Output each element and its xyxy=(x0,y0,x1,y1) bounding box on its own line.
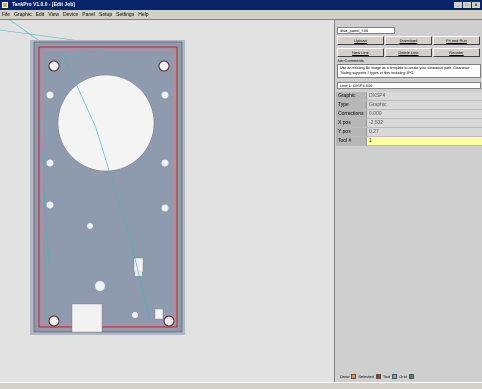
tiny-rect-cutout[interactable] xyxy=(154,308,164,320)
job-comments-field[interactable]: Use an existing file image as a template… xyxy=(337,64,481,78)
legend-label-grid: Grid xyxy=(399,374,407,379)
new-line-button[interactable]: New Line xyxy=(337,48,384,57)
job-name-field[interactable]: disa_panel_f.06 xyxy=(337,27,395,34)
title-bar: TankPro V1.0.0 - [Edit Job] _ □ X xyxy=(0,0,482,10)
property-row[interactable]: Corrections 0.000 xyxy=(336,110,482,119)
properties-panel: disa_panel_f.06 Upload Download Fit and … xyxy=(336,20,482,382)
status-bar xyxy=(0,382,482,389)
menu-file[interactable]: File xyxy=(2,12,10,18)
close-button[interactable]: X xyxy=(472,2,480,8)
path-field[interactable]: Line 1: DISP4.006 xyxy=(337,82,481,89)
small-hole[interactable] xyxy=(46,91,54,99)
small-hole[interactable] xyxy=(161,159,169,167)
mount-hole-bottom-right[interactable] xyxy=(163,315,175,327)
grid-color-swatch[interactable] xyxy=(408,374,414,379)
property-row[interactable]: Graphic DXSP4 xyxy=(336,92,482,101)
property-row[interactable]: X pos -2.532 xyxy=(336,119,482,128)
large-rect-cutout[interactable] xyxy=(71,303,103,333)
selected-color-swatch[interactable] xyxy=(375,374,381,379)
upload-button[interactable]: Upload xyxy=(337,36,384,45)
property-name: X pos xyxy=(336,119,367,127)
menu-bar: File Graphic Edit View Device Panel Setu… xyxy=(0,10,482,20)
menu-device[interactable]: Device xyxy=(63,12,78,18)
property-value[interactable]: 1 xyxy=(367,137,482,145)
download-button[interactable]: Download xyxy=(385,36,432,45)
minimize-button[interactable]: _ xyxy=(454,2,462,8)
drawing-canvas[interactable] xyxy=(0,20,335,382)
menu-panel[interactable]: Panel xyxy=(82,12,95,18)
property-table: Graphic DXSP4 Type Graphic Corrections 0… xyxy=(336,92,482,146)
property-row[interactable]: Type Graphic xyxy=(336,101,482,110)
small-hole[interactable] xyxy=(161,204,169,212)
property-value[interactable]: DXSP4 xyxy=(367,92,482,100)
maximize-button[interactable]: □ xyxy=(463,2,471,8)
medium-hole[interactable] xyxy=(95,281,105,291)
legend-label-tool: Tool xyxy=(382,374,391,379)
property-name: Corrections xyxy=(336,110,367,118)
draw-color-swatch[interactable] xyxy=(351,374,357,379)
reorder-button[interactable]: Reorder xyxy=(433,48,480,57)
property-row[interactable]: Y pos 0.27 xyxy=(336,128,482,137)
property-value[interactable]: 0.000 xyxy=(367,110,482,118)
property-value[interactable]: Graphic xyxy=(367,101,482,109)
menu-edit[interactable]: Edit xyxy=(36,12,45,18)
menu-setup[interactable]: Setup xyxy=(99,12,112,18)
property-name: Type xyxy=(336,101,367,109)
menu-help[interactable]: Help xyxy=(138,12,148,18)
property-name: Graphic xyxy=(336,92,367,100)
small-hole[interactable] xyxy=(46,201,54,209)
small-hole[interactable] xyxy=(132,312,138,318)
menu-graphic[interactable]: Graphic xyxy=(14,12,32,18)
menu-view[interactable]: View xyxy=(48,12,59,18)
mount-hole-bottom-left[interactable] xyxy=(48,315,60,327)
property-value[interactable]: 0.27 xyxy=(367,128,482,136)
legend-label-draw: Draw xyxy=(340,374,350,379)
job-comments-label: Job Comments xyxy=(337,58,364,63)
app-icon xyxy=(2,2,8,8)
property-name: Tool # xyxy=(336,137,367,145)
small-hole[interactable] xyxy=(46,159,54,167)
color-legend: Draw Selected Tool Grid xyxy=(340,374,414,379)
property-name: Y pos xyxy=(336,128,367,136)
mount-hole-top-right[interactable] xyxy=(158,60,170,72)
mount-hole-top-left[interactable] xyxy=(48,60,60,72)
property-value[interactable]: -2.532 xyxy=(367,119,482,127)
panel-drawing xyxy=(0,20,185,335)
delete-line-button[interactable]: Delete Line xyxy=(385,48,432,57)
small-hole[interactable] xyxy=(161,91,169,99)
fit-and-run-button[interactable]: Fit and Run xyxy=(433,36,480,45)
window-title: TankPro V1.0.0 - [Edit Job] xyxy=(12,2,75,8)
small-hole[interactable] xyxy=(87,223,93,229)
tool-color-swatch[interactable] xyxy=(392,374,398,379)
property-row-selected[interactable]: Tool # 1 xyxy=(336,137,482,146)
legend-label-selected: Selected xyxy=(358,374,374,379)
menu-settings[interactable]: Settings xyxy=(116,12,134,18)
large-circle-cutout[interactable] xyxy=(57,74,155,172)
